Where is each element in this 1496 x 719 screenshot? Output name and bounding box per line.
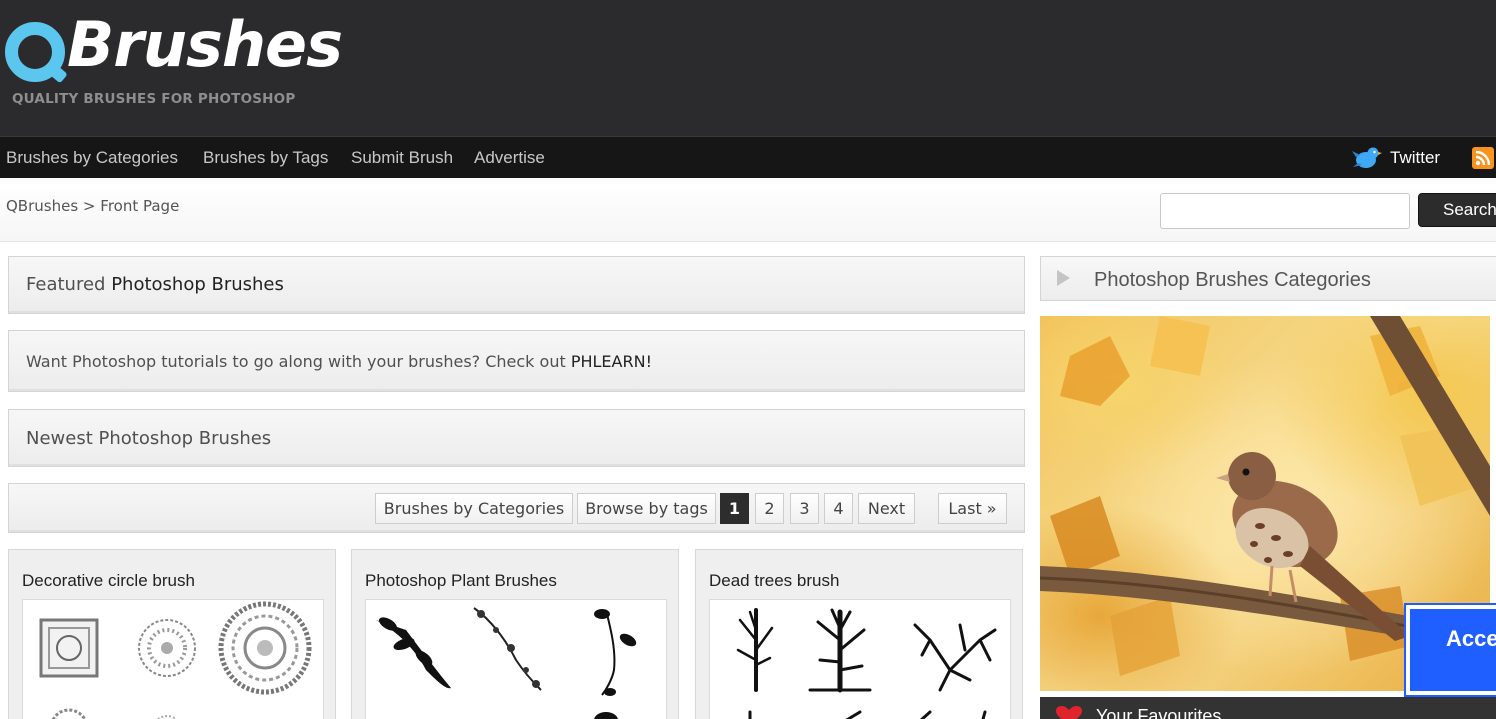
nav-item-brushes-by-tags[interactable]: Brushes by Tags — [203, 148, 328, 168]
brush-card-title[interactable]: Dead trees brush — [709, 571, 839, 591]
newest-panel: Newest Photoshop Brushes — [8, 409, 1025, 467]
rss-feed-link[interactable] — [1472, 147, 1494, 169]
phlearn-link[interactable]: PHLEARN! — [571, 352, 652, 371]
brush-card-title[interactable]: Decorative circle brush — [22, 571, 195, 591]
featured-title-prefix: Featured — [26, 274, 106, 295]
pager-page-1[interactable]: 1 — [720, 493, 749, 524]
brush-card: Dead trees brush — [695, 549, 1023, 719]
brush-card: Decorative circle brush — [8, 549, 336, 719]
pager-page-2[interactable]: 2 — [755, 493, 784, 524]
promo-panel: Want Photoshop tutorials to go along wit… — [8, 330, 1025, 392]
breadcrumb-home-link[interactable]: QBrushes — [6, 197, 78, 215]
pager-panel: Brushes by Categories Browse by tags 1 2… — [8, 483, 1025, 533]
pager-page-4[interactable]: 4 — [824, 493, 853, 524]
nav-item-advertise[interactable]: Advertise — [474, 148, 545, 168]
plant-brush-preview — [376, 607, 637, 719]
brush-card-thumbnail[interactable] — [365, 599, 667, 719]
pager-browse-by-tags[interactable]: Browse by tags — [577, 493, 716, 524]
pager-next[interactable]: Next — [858, 493, 915, 524]
search-input[interactable] — [1160, 193, 1410, 229]
promo-message: Want Photoshop tutorials to go along wit… — [26, 352, 566, 371]
heart-icon — [1056, 706, 1082, 719]
nav-item-brushes-by-categories[interactable]: Brushes by Categories — [6, 148, 178, 168]
site-logo[interactable]: Brushes — [5, 8, 343, 94]
categories-widget-header[interactable]: Photoshop Brushes Categories — [1040, 256, 1496, 301]
circle-brush-preview — [39, 601, 312, 719]
categories-widget-title: Photoshop Brushes Categories — [1094, 269, 1371, 291]
brush-card: Photoshop Plant Brushes — [351, 549, 679, 719]
breadcrumb-current: Front Page — [100, 197, 180, 215]
twitter-link[interactable]: Twitter — [1352, 144, 1440, 172]
brush-card-title[interactable]: Photoshop Plant Brushes — [365, 571, 557, 591]
pager-brushes-by-categories[interactable]: Brushes by Categories — [375, 493, 573, 524]
accessibility-menu-button[interactable]: Acce M — [1404, 603, 1496, 697]
breadcrumb: QBrushes > Front Page — [6, 197, 179, 215]
featured-panel: Featured Photoshop Brushes — [8, 256, 1025, 314]
twitter-bird-icon — [1352, 147, 1382, 168]
breadcrumb-separator: > — [82, 197, 96, 215]
brush-card-thumbnail[interactable] — [709, 599, 1011, 719]
site-header: Brushes QUALITY BRUSHES FOR PHOTOSHOP — [0, 0, 1496, 136]
dead-tree-brush-preview — [736, 608, 997, 719]
accessibility-label: Acce M — [1446, 626, 1496, 675]
promo-text: Want Photoshop tutorials to go along wit… — [26, 352, 652, 371]
nav-item-submit-brush[interactable]: Submit Brush — [351, 148, 453, 168]
favourites-title: Your Favourites — [1096, 706, 1222, 719]
newest-title: Newest Photoshop Brushes — [26, 428, 272, 449]
favourites-widget-header[interactable]: Your Favourites — [1040, 697, 1496, 719]
featured-title-strong: Photoshop Brushes — [111, 274, 284, 295]
pager-last[interactable]: Last » — [938, 493, 1007, 524]
breadcrumb-bar: QBrushes > Front Page Search — [0, 178, 1496, 242]
twitter-label: Twitter — [1390, 148, 1441, 167]
featured-title: Featured Photoshop Brushes — [26, 274, 284, 295]
search-button[interactable]: Search — [1418, 193, 1496, 227]
logo-q-mark — [5, 22, 65, 82]
pager-page-3[interactable]: 3 — [790, 493, 819, 524]
site-tagline: QUALITY BRUSHES FOR PHOTOSHOP — [12, 91, 296, 107]
rss-icon — [1475, 150, 1491, 166]
brush-card-thumbnail[interactable] — [22, 599, 324, 719]
logo-text: Brushes — [67, 8, 343, 81]
triangle-right-icon — [1057, 270, 1070, 286]
main-nav: Brushes by Categories Brushes by Tags Su… — [0, 136, 1496, 178]
